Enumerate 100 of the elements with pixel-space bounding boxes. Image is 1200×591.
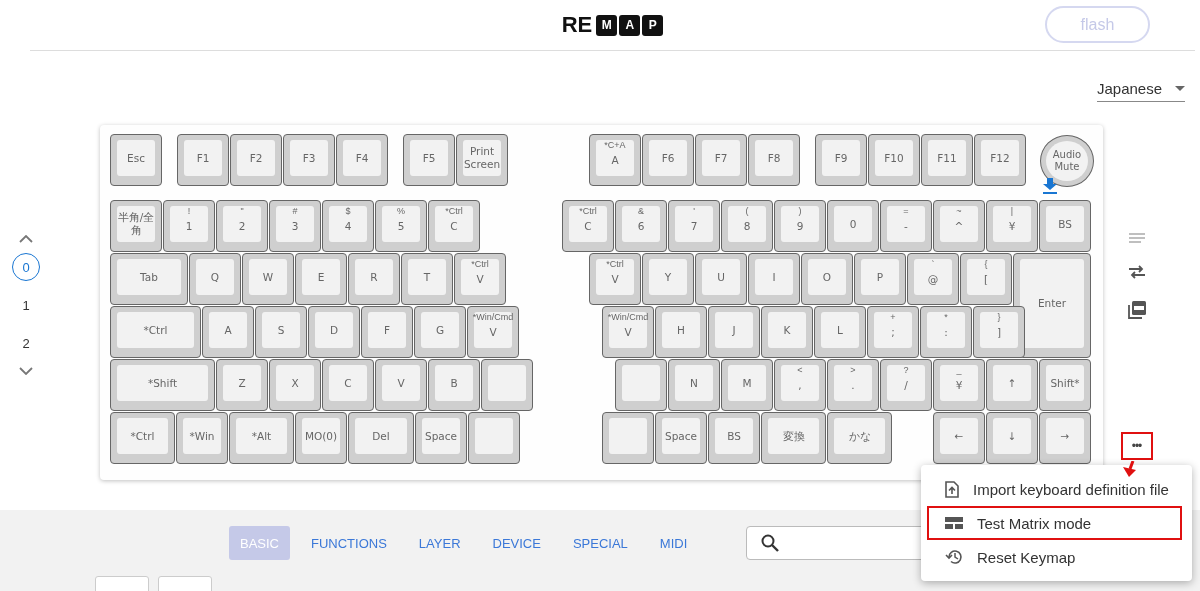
key[interactable]: ? / [880,359,932,411]
more-button[interactable]: ••• [1120,432,1153,460]
key[interactable]: O [801,253,853,305]
key[interactable]: B [428,359,480,411]
category-tab[interactable]: FUNCTIONS [300,526,398,560]
category-tab[interactable]: LAYER [407,526,472,560]
key[interactable]: F2 [230,134,282,186]
key[interactable]: Del [348,412,414,464]
key[interactable]: $ 4 [322,200,374,252]
pdf-icon[interactable] [1127,301,1146,319]
key[interactable]: 半角/全角 [110,200,162,252]
key[interactable]: *Win [176,412,228,464]
key[interactable]: _ ¥ [933,359,985,411]
key[interactable]: H [655,306,707,358]
key[interactable]: *Shift [110,359,215,411]
key[interactable]: + ; [867,306,919,358]
key[interactable]: % 5 [375,200,427,252]
key[interactable]: Enter [1013,253,1091,358]
chevron-up-icon[interactable] [19,235,33,243]
key[interactable]: J [708,306,760,358]
key[interactable]: N [668,359,720,411]
layer-item[interactable]: 2 [12,329,40,357]
key[interactable]: | ¥ [986,200,1038,252]
key[interactable]: } ] [973,306,1025,358]
language-select[interactable]: Japanese [1097,76,1185,102]
key[interactable]: *Alt [229,412,294,464]
key[interactable]: L [814,306,866,358]
key[interactable]: F7 [695,134,747,186]
chevron-down-icon[interactable] [19,367,33,375]
key[interactable]: ( 8 [721,200,773,252]
key[interactable] [481,359,533,411]
key[interactable]: F8 [748,134,800,186]
key[interactable]: # 3 [269,200,321,252]
key[interactable]: *Ctrl V [589,253,641,305]
key[interactable]: F4 [336,134,388,186]
key[interactable]: F [361,306,413,358]
key[interactable]: BS [708,412,760,464]
key[interactable]: C [322,359,374,411]
key[interactable]: *Ctrl C [428,200,480,252]
key[interactable]: T [401,253,453,305]
key[interactable]: BS [1039,200,1091,252]
key[interactable]: Z [216,359,268,411]
key[interactable]: ~ ^ [933,200,985,252]
key[interactable]: F12 [974,134,1026,186]
key[interactable]: E [295,253,347,305]
download-icon[interactable] [1043,178,1057,194]
key[interactable]: F6 [642,134,694,186]
key[interactable]: R [348,253,400,305]
key[interactable]: " 2 [216,200,268,252]
key[interactable]: Shift* [1039,359,1091,411]
key[interactable]: Print Screen [456,134,508,186]
key[interactable]: Audio Mute [1040,135,1094,187]
key[interactable]: P [854,253,906,305]
key[interactable] [615,359,667,411]
key[interactable]: 変換 [761,412,826,464]
key[interactable]: A [202,306,254,358]
key[interactable]: F11 [921,134,973,186]
key[interactable]: M [721,359,773,411]
key[interactable]: Q [189,253,241,305]
key[interactable]: F3 [283,134,335,186]
key[interactable]: かな [827,412,892,464]
key[interactable]: *Win/Cmd V [602,306,654,358]
key[interactable]: K [761,306,813,358]
key[interactable]: X [269,359,321,411]
key[interactable]: < , [774,359,826,411]
menu-item[interactable]: Reset Keymap [927,540,1182,574]
category-tab[interactable]: SPECIAL [561,526,639,560]
key[interactable]: ← [933,412,985,464]
category-tab[interactable]: MIDI [648,526,699,560]
key[interactable]: MO(0) [295,412,347,464]
key[interactable]: 0 [827,200,879,252]
key[interactable]: * : [920,306,972,358]
key[interactable]: *Ctrl V [454,253,506,305]
menu-item[interactable]: Import keyboard definition file [927,472,1182,506]
key[interactable]: *Ctrl C [562,200,614,252]
key[interactable]: ↑ [986,359,1038,411]
key[interactable]: F9 [815,134,867,186]
key[interactable]: F5 [403,134,455,186]
key[interactable]: Y [642,253,694,305]
key[interactable]: *Win/Cmd V [467,306,519,358]
key[interactable]: F10 [868,134,920,186]
category-tab[interactable]: DEVICE [481,526,552,560]
key[interactable]: D [308,306,360,358]
key[interactable]: → [1039,412,1091,464]
key[interactable] [602,412,654,464]
key[interactable]: ↓ [986,412,1038,464]
key[interactable] [468,412,520,464]
key[interactable]: Space [655,412,707,464]
key[interactable]: *C+A A [589,134,641,186]
key[interactable]: = - [880,200,932,252]
key[interactable]: U [695,253,747,305]
key[interactable]: ` @ [907,253,959,305]
key[interactable]: ' 7 [668,200,720,252]
key[interactable]: F1 [177,134,229,186]
key[interactable]: S [255,306,307,358]
key[interactable]: & 6 [615,200,667,252]
key[interactable]: *Ctrl [110,412,175,464]
key[interactable]: Tab [110,253,188,305]
menu-item[interactable]: Test Matrix mode [927,506,1182,540]
key[interactable]: ! 1 [163,200,215,252]
